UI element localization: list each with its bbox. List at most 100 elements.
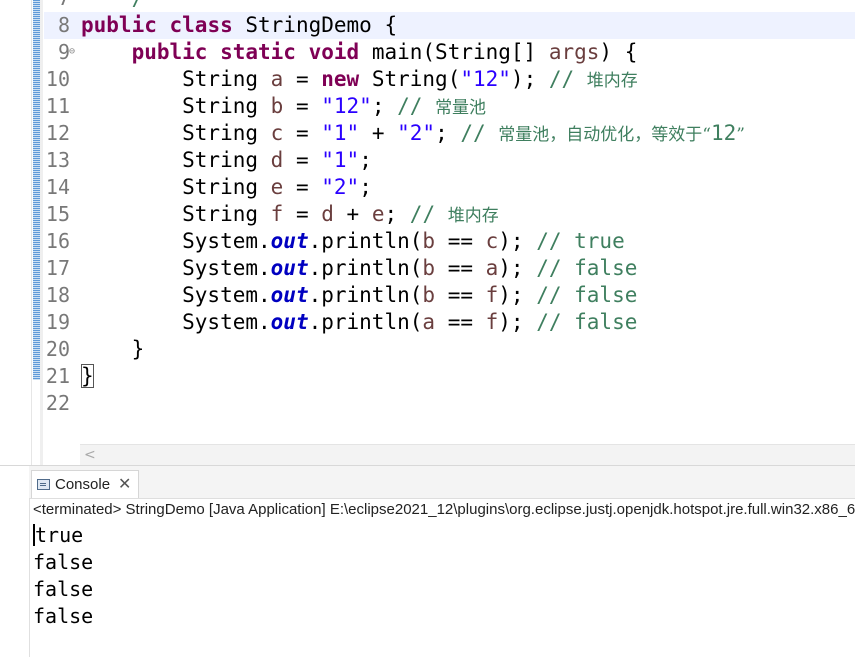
code-token: static <box>220 40 296 64</box>
code-token: "2" <box>321 175 360 199</box>
code-token: ) { <box>599 40 638 64</box>
code-line: 8 public class StringDemo { <box>0 12 855 39</box>
code-token: public <box>131 40 208 64</box>
code-token: d <box>321 202 334 226</box>
code-token: ; <box>359 148 372 172</box>
code-text: String e = "2"; <box>81 174 372 201</box>
code-token: // false <box>536 283 638 307</box>
code-text: System.out.println(b == f); // false <box>81 282 637 309</box>
code-token: b <box>422 283 436 307</box>
code-line: 14 String e = "2"; <box>0 174 855 201</box>
scroll-left-arrow-icon[interactable]: < <box>84 446 96 464</box>
code-token: main(String[] <box>359 40 549 64</box>
code-token: String <box>81 148 271 172</box>
code-token: // <box>460 121 499 145</box>
code-token: "12" <box>460 67 511 91</box>
line-number: 17 <box>45 256 70 280</box>
code-text: String a = new String("12"); // 堆内存 <box>81 66 638 95</box>
code-token: } <box>81 364 94 388</box>
code-line: 20 } <box>0 336 855 363</box>
code-token: } <box>81 337 145 361</box>
code-line: 7 */ <box>0 0 855 12</box>
code-token: e <box>270 175 284 199</box>
code-token: new <box>321 67 360 91</box>
line-number: 20 <box>45 337 70 361</box>
code-token: // <box>409 202 448 226</box>
line-number: 7 <box>42 0 70 12</box>
code-token: void <box>308 40 360 64</box>
code-token: out <box>270 283 309 307</box>
code-token: = <box>283 202 322 226</box>
code-token: String <box>81 175 271 199</box>
code-token: c <box>485 229 499 253</box>
code-token: + <box>359 121 398 145</box>
code-token: "1" <box>321 121 360 145</box>
code-token: public <box>81 13 157 37</box>
code-token: = <box>283 67 322 91</box>
line-number: 10 <box>45 67 70 91</box>
console-output-line: false <box>33 604 94 628</box>
code-token: "2" <box>397 121 436 145</box>
code-token: ; <box>359 175 372 199</box>
code-token: b <box>422 256 436 280</box>
code-token: 堆内存 <box>586 71 638 91</box>
line-number: 12 <box>45 121 70 145</box>
code-token: a <box>422 310 436 334</box>
fold-minus-icon[interactable]: ⊖ <box>69 47 75 57</box>
code-token: ” <box>736 125 745 145</box>
code-token: b <box>270 94 284 118</box>
code-token: String <box>81 94 271 118</box>
code-text: String b = "12"; // 常量池 <box>81 93 486 122</box>
close-icon[interactable]: ✕ <box>118 476 131 493</box>
code-token: args <box>548 40 600 64</box>
code-token: .println( <box>308 229 423 253</box>
console-status: <terminated> StringDemo [Java Applicatio… <box>33 501 855 518</box>
code-token: // false <box>536 310 638 334</box>
code-token: ); <box>510 67 549 91</box>
code-token: // <box>397 94 436 118</box>
tab-console[interactable]: Console ✕ <box>31 470 139 498</box>
code-token: System. <box>81 256 271 280</box>
code-text: } <box>81 363 94 390</box>
console-left-strip <box>0 466 30 657</box>
code-text: String d = "1"; <box>81 147 372 174</box>
code-token: = <box>283 148 322 172</box>
line-number: 13 <box>45 148 70 172</box>
code-text: System.out.println(b == c); // true <box>81 228 625 255</box>
code-token: ); <box>498 256 537 280</box>
code-token: 常量池，自动优化，等效于“ <box>498 125 711 145</box>
code-token: String <box>81 67 271 91</box>
code-line: 11 String b = "12"; // 常量池 <box>0 93 855 120</box>
console-tab-bar: Console ✕ <box>29 466 855 499</box>
code-token: .println( <box>308 256 423 280</box>
code-token: out <box>270 310 309 334</box>
code-token: ; <box>384 202 410 226</box>
code-token: f <box>485 310 499 334</box>
code-line: 13 String d = "1"; <box>0 147 855 174</box>
code-token: f <box>270 202 284 226</box>
editor-horizontal-scrollbar[interactable]: < <box>80 444 855 465</box>
code-token: + <box>333 202 372 226</box>
line-number: 15 <box>45 202 70 226</box>
code-line: 16 System.out.println(b == c); // true <box>0 228 855 255</box>
code-token: == <box>435 283 486 307</box>
code-line: 10 String a = new String("12"); // 堆内存 <box>0 66 855 93</box>
line-number: 19 <box>45 310 70 334</box>
code-text: System.out.println(b == a); // false <box>81 255 637 282</box>
code-token: // true <box>536 229 625 253</box>
console-output[interactable]: true false false false <box>33 522 93 630</box>
code-token: f <box>485 283 499 307</box>
line-number: 21 <box>45 364 70 388</box>
code-text: } <box>81 336 145 363</box>
code-line: 17 System.out.println(b == a); // false <box>0 255 855 282</box>
code-editor[interactable]: 7 */8public class StringDemo {9⊖ public … <box>0 0 855 465</box>
console-icon <box>37 479 50 490</box>
eclipse-window: 7 */8public class StringDemo {9⊖ public … <box>0 0 855 657</box>
code-token: System. <box>81 229 271 253</box>
code-line: 12 String c = "1" + "2"; // 常量池，自动优化，等效于… <box>0 120 855 147</box>
line-number: 8 <box>57 13 70 37</box>
code-text: String f = d + e; // 堆内存 <box>81 201 499 230</box>
